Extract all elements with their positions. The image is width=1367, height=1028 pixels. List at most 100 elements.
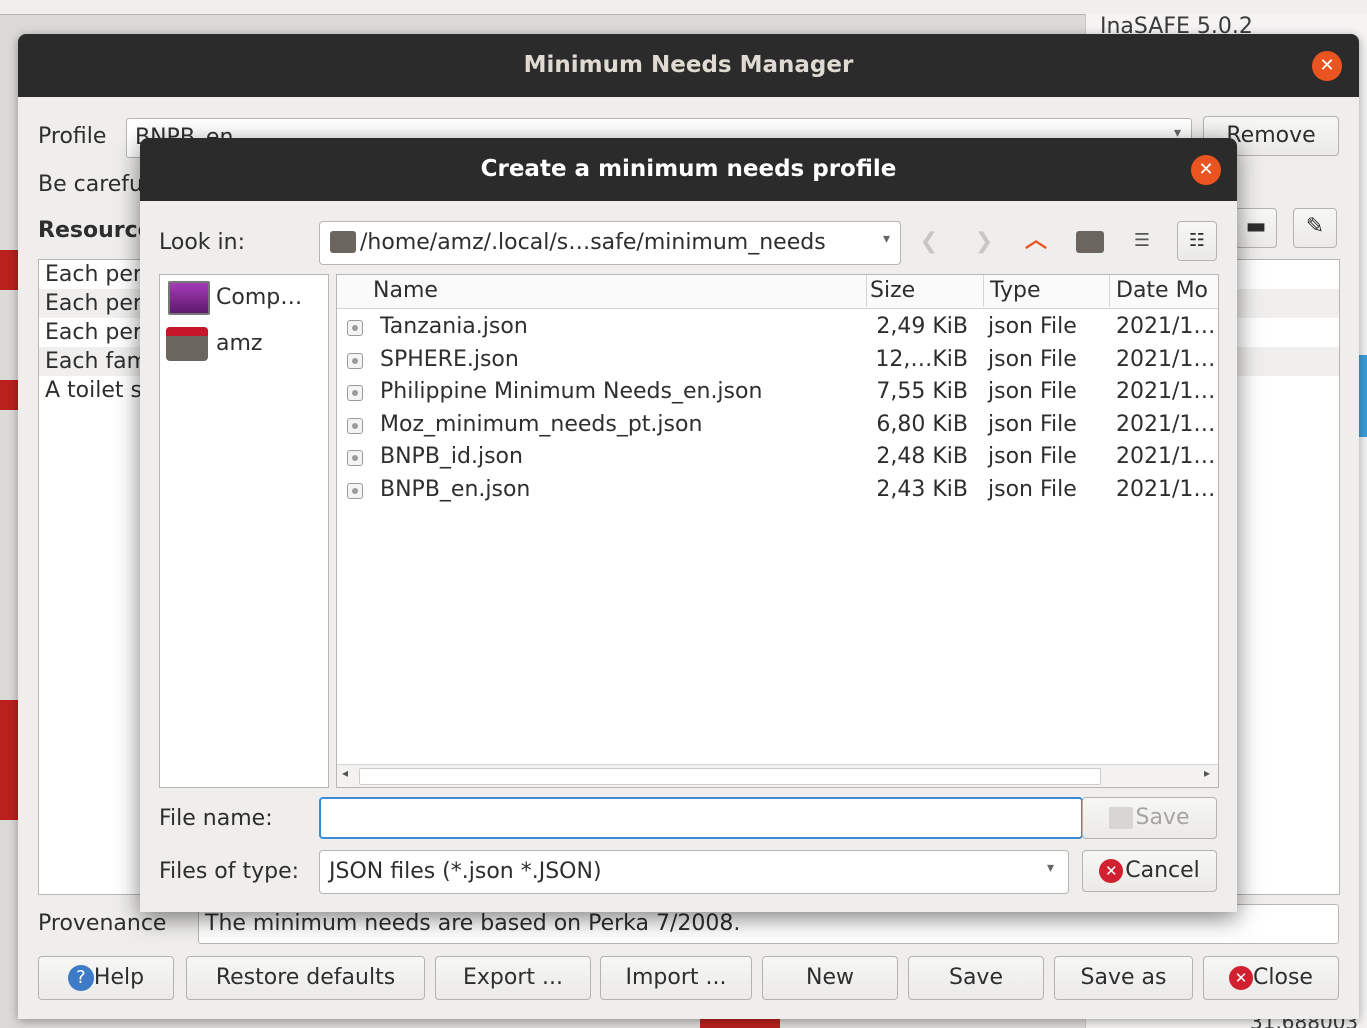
look-in-combo[interactable]: /home/amz/.local/s…safe/minimum_needs ▾ <box>319 221 901 265</box>
look-in-path: /home/amz/.local/s…safe/minimum_needs <box>360 230 826 255</box>
file-size: 12,…KiB <box>875 346 968 372</box>
column-header-date[interactable]: Date Mo <box>1110 275 1218 307</box>
import-button[interactable]: Import ... <box>600 956 752 1000</box>
new-button[interactable]: New <box>762 956 898 1000</box>
create-profile-dialog: Create a minimum needs profile ✕ Look in… <box>140 138 1237 912</box>
close-button[interactable]: ✕ Close <box>1203 956 1339 1000</box>
chevron-down-icon: ▾ <box>1046 860 1054 876</box>
table-row[interactable]: BNPB_id.json 2,48 KiB json File 2021/1… <box>337 441 1218 474</box>
table-row[interactable]: Philippine Minimum Needs_en.json 7,55 Ki… <box>337 376 1218 409</box>
sidebar-item-amz[interactable]: amz <box>216 331 262 356</box>
file-name: Moz_minimum_needs_pt.json <box>380 411 703 437</box>
main-dialog-titlebar: Minimum Needs Manager <box>18 34 1359 97</box>
file-type: json File <box>988 411 1077 437</box>
file-date: 2021/1… <box>1116 346 1216 372</box>
json-file-icon <box>347 385 363 401</box>
new-folder-icon[interactable] <box>1076 231 1104 253</box>
minus-icon: ▬ <box>1245 214 1267 239</box>
background-map-shape <box>700 1019 780 1028</box>
parent-directory-icon[interactable]: ︿ <box>1021 226 1051 256</box>
json-file-icon <box>347 320 363 336</box>
cancel-icon: ✕ <box>1099 859 1124 883</box>
file-name: SPHERE.json <box>380 346 519 372</box>
places-sidebar: Comp… amz <box>159 274 329 788</box>
file-date: 2021/1… <box>1116 476 1216 502</box>
file-size: 2,49 KiB <box>876 314 968 339</box>
help-icon: ? <box>67 965 94 991</box>
file-size: 2,48 KiB <box>876 444 968 469</box>
background-map-shape <box>0 250 18 290</box>
save-file-label: Save <box>1135 805 1190 830</box>
scroll-right-icon[interactable]: ▸ <box>1204 766 1210 780</box>
remove-resource-button[interactable]: ▬ <box>1235 208 1277 248</box>
export-button[interactable]: Export ... <box>435 956 591 1000</box>
file-dialog-titlebar: Create a minimum needs profile <box>140 138 1237 201</box>
file-name-input[interactable] <box>319 797 1083 839</box>
provenance-value: The minimum needs are based on Perka 7/2… <box>205 911 741 936</box>
file-name: Philippine Minimum Needs_en.json <box>380 379 763 404</box>
chevron-down-icon: ▾ <box>882 231 890 247</box>
table-row[interactable]: Tanzania.json 2,49 KiB json File 2021/1… <box>337 311 1218 344</box>
save-as-button[interactable]: Save as <box>1054 956 1193 1000</box>
table-row[interactable]: BNPB_en.json 2,43 KiB json File 2021/1… <box>337 474 1218 507</box>
file-date: 2021/1… <box>1116 379 1216 404</box>
file-type: json File <box>988 379 1077 404</box>
help-button[interactable]: ? Help <box>38 956 174 1000</box>
files-of-type-label: Files of type: <box>159 859 300 884</box>
file-type: json File <box>988 444 1077 469</box>
help-button-label: Help <box>93 965 145 990</box>
save-icon <box>1109 807 1134 829</box>
edit-resource-button[interactable]: ✎ <box>1293 208 1337 248</box>
cancel-button-label: Cancel <box>1125 858 1200 883</box>
file-name: BNPB_en.json <box>380 476 531 502</box>
file-list[interactable]: Name Size Type Date Mo Tanzania.json 2,4… <box>336 274 1219 788</box>
file-name: BNPB_id.json <box>380 444 523 469</box>
save-file-button[interactable]: Save <box>1082 797 1217 839</box>
main-dialog-close-icon[interactable]: ✕ <box>1312 51 1342 81</box>
list-view-icon[interactable]: ☰ <box>1127 226 1157 256</box>
close-icon: ✕ <box>1229 966 1254 990</box>
detail-view-icon[interactable]: ☷ <box>1177 221 1217 261</box>
file-date: 2021/1… <box>1116 411 1216 437</box>
profile-label: Profile <box>38 124 107 149</box>
column-header-name[interactable]: Name <box>367 275 867 307</box>
file-rows: Tanzania.json 2,49 KiB json File 2021/1…… <box>337 311 1218 506</box>
save-button[interactable]: Save <box>908 956 1044 1000</box>
horizontal-scrollbar[interactable]: ◂ ▸ <box>337 764 1218 787</box>
file-size: 7,55 KiB <box>876 379 968 404</box>
json-file-icon <box>347 450 363 466</box>
column-header-size[interactable]: Size <box>864 275 984 307</box>
forward-icon[interactable]: ❯ <box>969 227 999 257</box>
folder-icon <box>166 327 208 361</box>
files-of-type-value: JSON files (*.json *.JSON) <box>329 859 602 884</box>
file-size: 2,43 KiB <box>876 476 968 502</box>
json-file-icon <box>347 417 363 434</box>
table-row[interactable]: Moz_minimum_needs_pt.json 6,80 KiB json … <box>337 409 1218 442</box>
file-dialog-close-icon[interactable]: ✕ <box>1191 155 1221 185</box>
back-icon[interactable]: ❮ <box>914 227 944 257</box>
file-type: json File <box>988 346 1077 372</box>
scrollbar-thumb[interactable] <box>359 768 1101 785</box>
sidebar-item-computer[interactable]: Comp… <box>216 285 302 310</box>
restore-defaults-button[interactable]: Restore defaults <box>186 956 425 1000</box>
pencil-icon: ✎ <box>1305 214 1325 239</box>
close-button-label: Close <box>1253 965 1313 990</box>
warning-text: Be careful <box>38 172 150 197</box>
table-row[interactable]: SPHERE.json 12,…KiB json File 2021/1… <box>337 344 1218 377</box>
folder-icon <box>330 231 356 253</box>
file-type: json File <box>988 314 1077 339</box>
cancel-button[interactable]: ✕ Cancel <box>1082 850 1217 892</box>
file-list-header: Name Size Type Date Mo <box>337 275 1218 309</box>
column-header-type[interactable]: Type <box>984 275 1110 307</box>
file-name-label: File name: <box>159 806 273 831</box>
scroll-left-icon[interactable]: ◂ <box>342 766 348 780</box>
file-date: 2021/1… <box>1116 444 1216 469</box>
provenance-label: Provenance <box>38 911 167 936</box>
file-dialog-title: Create a minimum needs profile <box>480 156 897 182</box>
json-file-icon <box>347 482 363 499</box>
file-size: 6,80 KiB <box>876 411 968 437</box>
computer-icon <box>168 281 210 315</box>
file-date: 2021/1… <box>1116 314 1216 339</box>
files-of-type-combo[interactable]: JSON files (*.json *.JSON) ▾ <box>319 850 1069 894</box>
file-type: json File <box>988 476 1077 502</box>
